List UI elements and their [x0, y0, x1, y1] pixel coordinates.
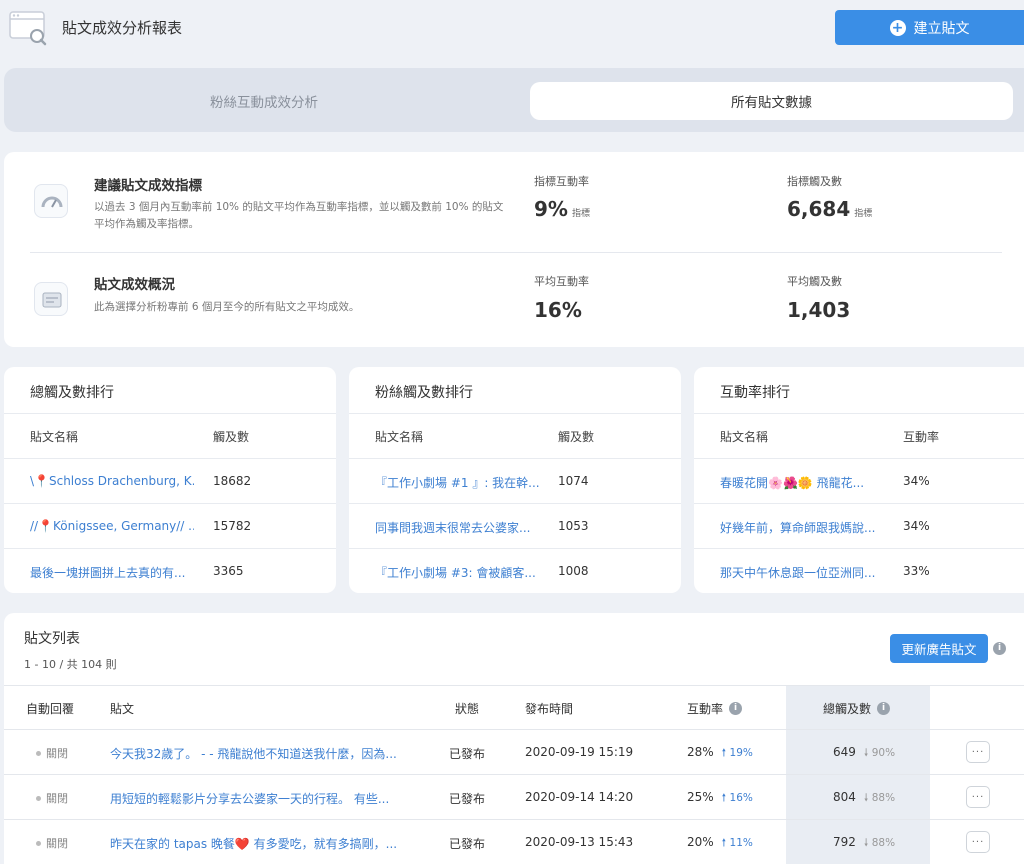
update-ad-posts-button[interactable]: 更新廣告貼文 [890, 634, 988, 663]
ranking-value: 1053 [558, 519, 589, 533]
avg-engagement-label: 平均互動率 [534, 275, 589, 288]
col-engagement: 互動率 [903, 430, 940, 444]
ranking-value: 15782 [213, 519, 252, 533]
col-post-name: 貼文名稱 [375, 430, 424, 444]
ranking-value: 3365 [213, 564, 244, 578]
tab-all-posts[interactable]: 所有貼文數據 [530, 82, 1013, 120]
ranking-title: 粉絲觸及數排行 [375, 385, 473, 401]
post-status: 已發布 [449, 747, 486, 761]
ranking-post-link[interactable]: 那天中午休息跟一位亞洲同... [720, 564, 884, 581]
overview-icon [34, 282, 68, 316]
total-reach: 792 🠗 88% [833, 835, 896, 849]
page-header: 貼文成效分析報表 + 建立貼文 [0, 0, 1024, 56]
post-list-title: 貼文列表 [24, 631, 80, 647]
more-options-button[interactable]: ··· [966, 831, 990, 853]
plus-icon: + [889, 19, 906, 36]
post-list-card: 貼文列表 1 - 10 / 共 104 則 更新廣告貼文 i 自動回覆 貼文 狀… [4, 613, 1024, 864]
ranking-value: 1074 [558, 474, 589, 488]
engagement-rate: 28% 🠕 19% [687, 745, 753, 759]
target-reach-value: 6,684 指標 [787, 197, 873, 221]
ranking-value: 1008 [558, 564, 589, 578]
total-reach: 649 🠗 90% [833, 745, 896, 759]
col-post-name: 貼文名稱 [720, 430, 769, 444]
fan-reach-ranking-card: 粉絲觸及數排行 貼文名稱 觸及數 『工作小劇場 #1 』: 我在幹... 107… [349, 367, 681, 593]
publish-time: 2020-09-14 14:20 [525, 790, 634, 804]
target-engagement-value: 9% 指標 [534, 197, 590, 221]
total-reach-ranking-card: 總觸及數排行 貼文名稱 觸及數 \📍Schloss Drachenburg, K… [4, 367, 336, 593]
target-engagement-label: 指標互動率 [534, 175, 589, 188]
col-status[interactable]: 狀態 [455, 700, 479, 717]
avg-reach-value: 1,403 [787, 298, 851, 322]
overview-desc: 此為選擇分析粉專前 6 個月至今的所有貼文之平均成效。 [94, 301, 360, 313]
post-link[interactable]: 今天我32歲了。 - - 飛龍說他不知道送我什麼，因為... [110, 745, 397, 762]
page-title: 貼文成效分析報表 [62, 19, 183, 37]
total-reach: 804 🠗 88% [833, 790, 896, 804]
col-auto-reply[interactable]: 自動回覆 [26, 700, 74, 717]
ranking-post-link[interactable]: 春暖花開🌸🌺🌼 飛龍花... [720, 474, 884, 491]
avg-engagement-value: 16% [534, 298, 582, 322]
create-post-button[interactable]: + 建立貼文 [835, 10, 1024, 45]
ranking-value: 34% [903, 474, 930, 488]
col-published[interactable]: 發布時間 [525, 700, 573, 717]
more-options-button[interactable]: ··· [966, 786, 990, 808]
gauge-icon [34, 184, 68, 218]
info-icon[interactable]: i [729, 702, 743, 715]
auto-reply-status[interactable]: 關閉 [36, 835, 68, 851]
divider [30, 252, 1002, 253]
col-total-reach[interactable]: 總觸及數 i [823, 700, 891, 717]
ranking-value: 18682 [213, 474, 252, 488]
info-icon[interactable]: i [877, 702, 891, 715]
ranking-post-link[interactable]: 最後一塊拼圖拼上去真的有... [30, 564, 194, 581]
col-reach: 觸及數 [558, 430, 595, 444]
tab-bar: 粉絲互動成效分析 所有貼文數據 [4, 68, 1024, 132]
create-post-label: 建立貼文 [913, 20, 970, 37]
ranking-post-link[interactable]: 『工作小劇場 #1 』: 我在幹... [375, 474, 539, 491]
post-link[interactable]: 用短短的輕鬆影片分享去公婆家一天的行程。 有些... [110, 790, 389, 807]
engagement-rate: 25% 🠕 16% [687, 790, 753, 804]
col-reach: 觸及數 [213, 430, 250, 444]
auto-reply-status[interactable]: 關閉 [36, 745, 68, 761]
avg-reach-label: 平均觸及數 [787, 275, 842, 288]
ranking-post-link[interactable]: //📍Königssee, Germany// ... [30, 519, 194, 533]
publish-time: 2020-09-13 15:43 [525, 835, 634, 849]
metrics-card: 建議貼文成效指標 以過去 3 個月內互動率前 10% 的貼文平均作為互動率指標，… [4, 152, 1024, 347]
overview-title: 貼文成效概況 [94, 277, 175, 293]
ranking-post-link[interactable]: 好幾年前，算命師跟我媽說... [720, 519, 884, 536]
engagement-ranking-card: 互動率排行 貼文名稱 互動率 春暖花開🌸🌺🌼 飛龍花... 34% 好幾年前，算… [694, 367, 1024, 593]
info-icon[interactable]: i [993, 642, 1006, 655]
ranking-value: 33% [903, 564, 930, 578]
ranking-title: 總觸及數排行 [30, 385, 114, 401]
pagination-count: 1 - 10 / 共 104 則 [24, 658, 117, 671]
ranking-post-link[interactable]: 『工作小劇場 #3: 會被顧客... [375, 564, 539, 581]
ranking-post-link[interactable]: \📍Schloss Drachenburg, K... [30, 474, 194, 488]
engagement-rate: 20% 🠕 11% [687, 835, 753, 849]
ranking-value: 34% [903, 519, 930, 533]
suggested-metrics-title: 建議貼文成效指標 [94, 178, 202, 194]
col-engagement[interactable]: 互動率 i [687, 700, 743, 717]
suggested-metrics-desc: 以過去 3 個月內互動率前 10% 的貼文平均作為互動率指標，並以觸及數前 10… [94, 201, 504, 230]
auto-reply-status[interactable]: 關閉 [36, 790, 68, 806]
post-status: 已發布 [449, 792, 486, 806]
report-icon [9, 10, 47, 46]
post-link[interactable]: 昨天在家的 tapas 晚餐❤️ 有多愛吃，就有多搞剛，... [110, 835, 397, 852]
publish-time: 2020-09-19 15:19 [525, 745, 634, 759]
col-post-name: 貼文名稱 [30, 430, 79, 444]
post-status: 已發布 [449, 837, 486, 851]
ranking-post-link[interactable]: 同事問我週末很常去公婆家... [375, 519, 539, 536]
tab-fan-engagement[interactable]: 粉絲互動成效分析 [14, 82, 514, 120]
ranking-title: 互動率排行 [720, 385, 790, 401]
more-options-button[interactable]: ··· [966, 741, 990, 763]
col-post: 貼文 [110, 702, 135, 716]
target-reach-label: 指標觸及數 [787, 175, 842, 188]
